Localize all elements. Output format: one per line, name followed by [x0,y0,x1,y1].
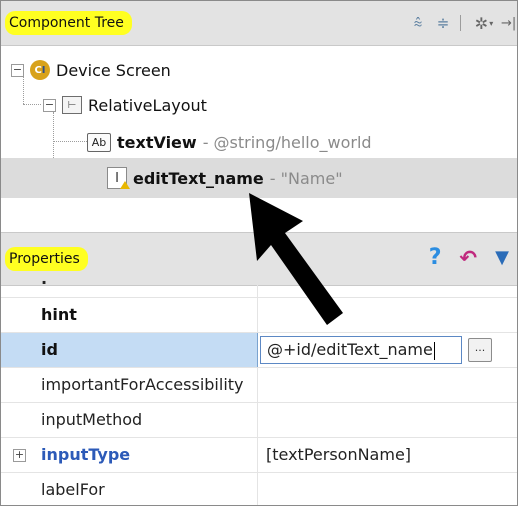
tree-connector [23,104,41,105]
properties-title: Properties [5,247,88,271]
relative-layout-icon: ⊢ [62,96,82,114]
node-label: Device Screen [56,60,171,80]
collapse-toggle-icon[interactable]: − [11,63,24,77]
property-row-input-type[interactable]: + inputType [textPersonName] [1,438,517,473]
node-detail: - @string/hello_world [202,132,372,152]
help-icon[interactable]: ? [429,245,442,270]
collapse-all-icon[interactable]: ≑ [432,12,454,34]
property-value[interactable] [257,403,517,437]
component-tree-title: Component Tree [5,11,132,35]
textview-icon: Ab [87,132,111,152]
property-row-id[interactable]: id @+id/editText_name ... [1,333,517,368]
property-name: inputType [41,445,131,464]
property-name: hint [41,305,77,324]
tree-node-device-screen[interactable]: − CI Device Screen [11,55,171,85]
device-screen-icon: CI [30,60,50,80]
component-tree-toolbar: ⩯ ≑ ✲ ▾ →| [404,11,517,35]
collapse-toggle-icon[interactable]: − [43,98,56,112]
node-label: RelativeLayout [88,95,207,115]
property-name: importantForAccessibility [41,375,244,394]
property-name: · [41,277,48,289]
property-value-cell: @+id/editText_name ... [257,333,517,367]
edittext-icon: I [107,167,130,189]
edittext-icon-glyph: I [115,170,119,186]
browse-button[interactable]: ... [468,338,492,362]
property-name: id [41,340,58,359]
tree-node-relativelayout[interactable]: − ⊢ RelativeLayout [43,90,207,120]
expand-toggle-icon[interactable]: + [13,449,26,462]
property-row-label-for[interactable]: labelFor [1,473,517,505]
id-value-input[interactable]: @+id/editText_name [260,336,462,364]
property-row-input-method[interactable]: inputMethod [1,403,517,438]
component-tree-header: Component Tree ⩯ ≑ ✲ ▾ →| [1,1,517,46]
restore-default-icon[interactable]: ↶ [460,246,478,270]
property-name: inputMethod [41,410,143,429]
text-caret [433,341,435,360]
android-studio-panel: Component Tree ⩯ ≑ ✲ ▾ →| − CI Device Scr… [0,0,518,506]
expand-all-icon[interactable]: ⩯ [407,12,429,34]
filter-icon[interactable]: ▼ [495,247,509,268]
property-name: labelFor [41,480,105,499]
node-label: textView [117,132,197,152]
hide-icon[interactable]: →| [501,12,517,34]
properties-toolbar: ? ↶ ▼ [411,245,509,270]
property-value[interactable]: [textPersonName] [257,438,517,472]
gear-icon[interactable]: ✲ ▾ [470,12,498,34]
warning-icon [120,181,130,189]
tree-node-textview[interactable]: Ab textView - @string/hello_world [87,127,372,157]
cursor-arrow-icon [249,193,343,325]
property-value[interactable] [257,473,517,505]
property-row-important-for-accessibility[interactable]: importantForAccessibility [1,368,517,403]
tree-connector [53,141,87,142]
id-value-text: @+id/editText_name [267,340,433,359]
toolbar-separator [460,15,461,31]
property-value[interactable] [257,368,517,402]
